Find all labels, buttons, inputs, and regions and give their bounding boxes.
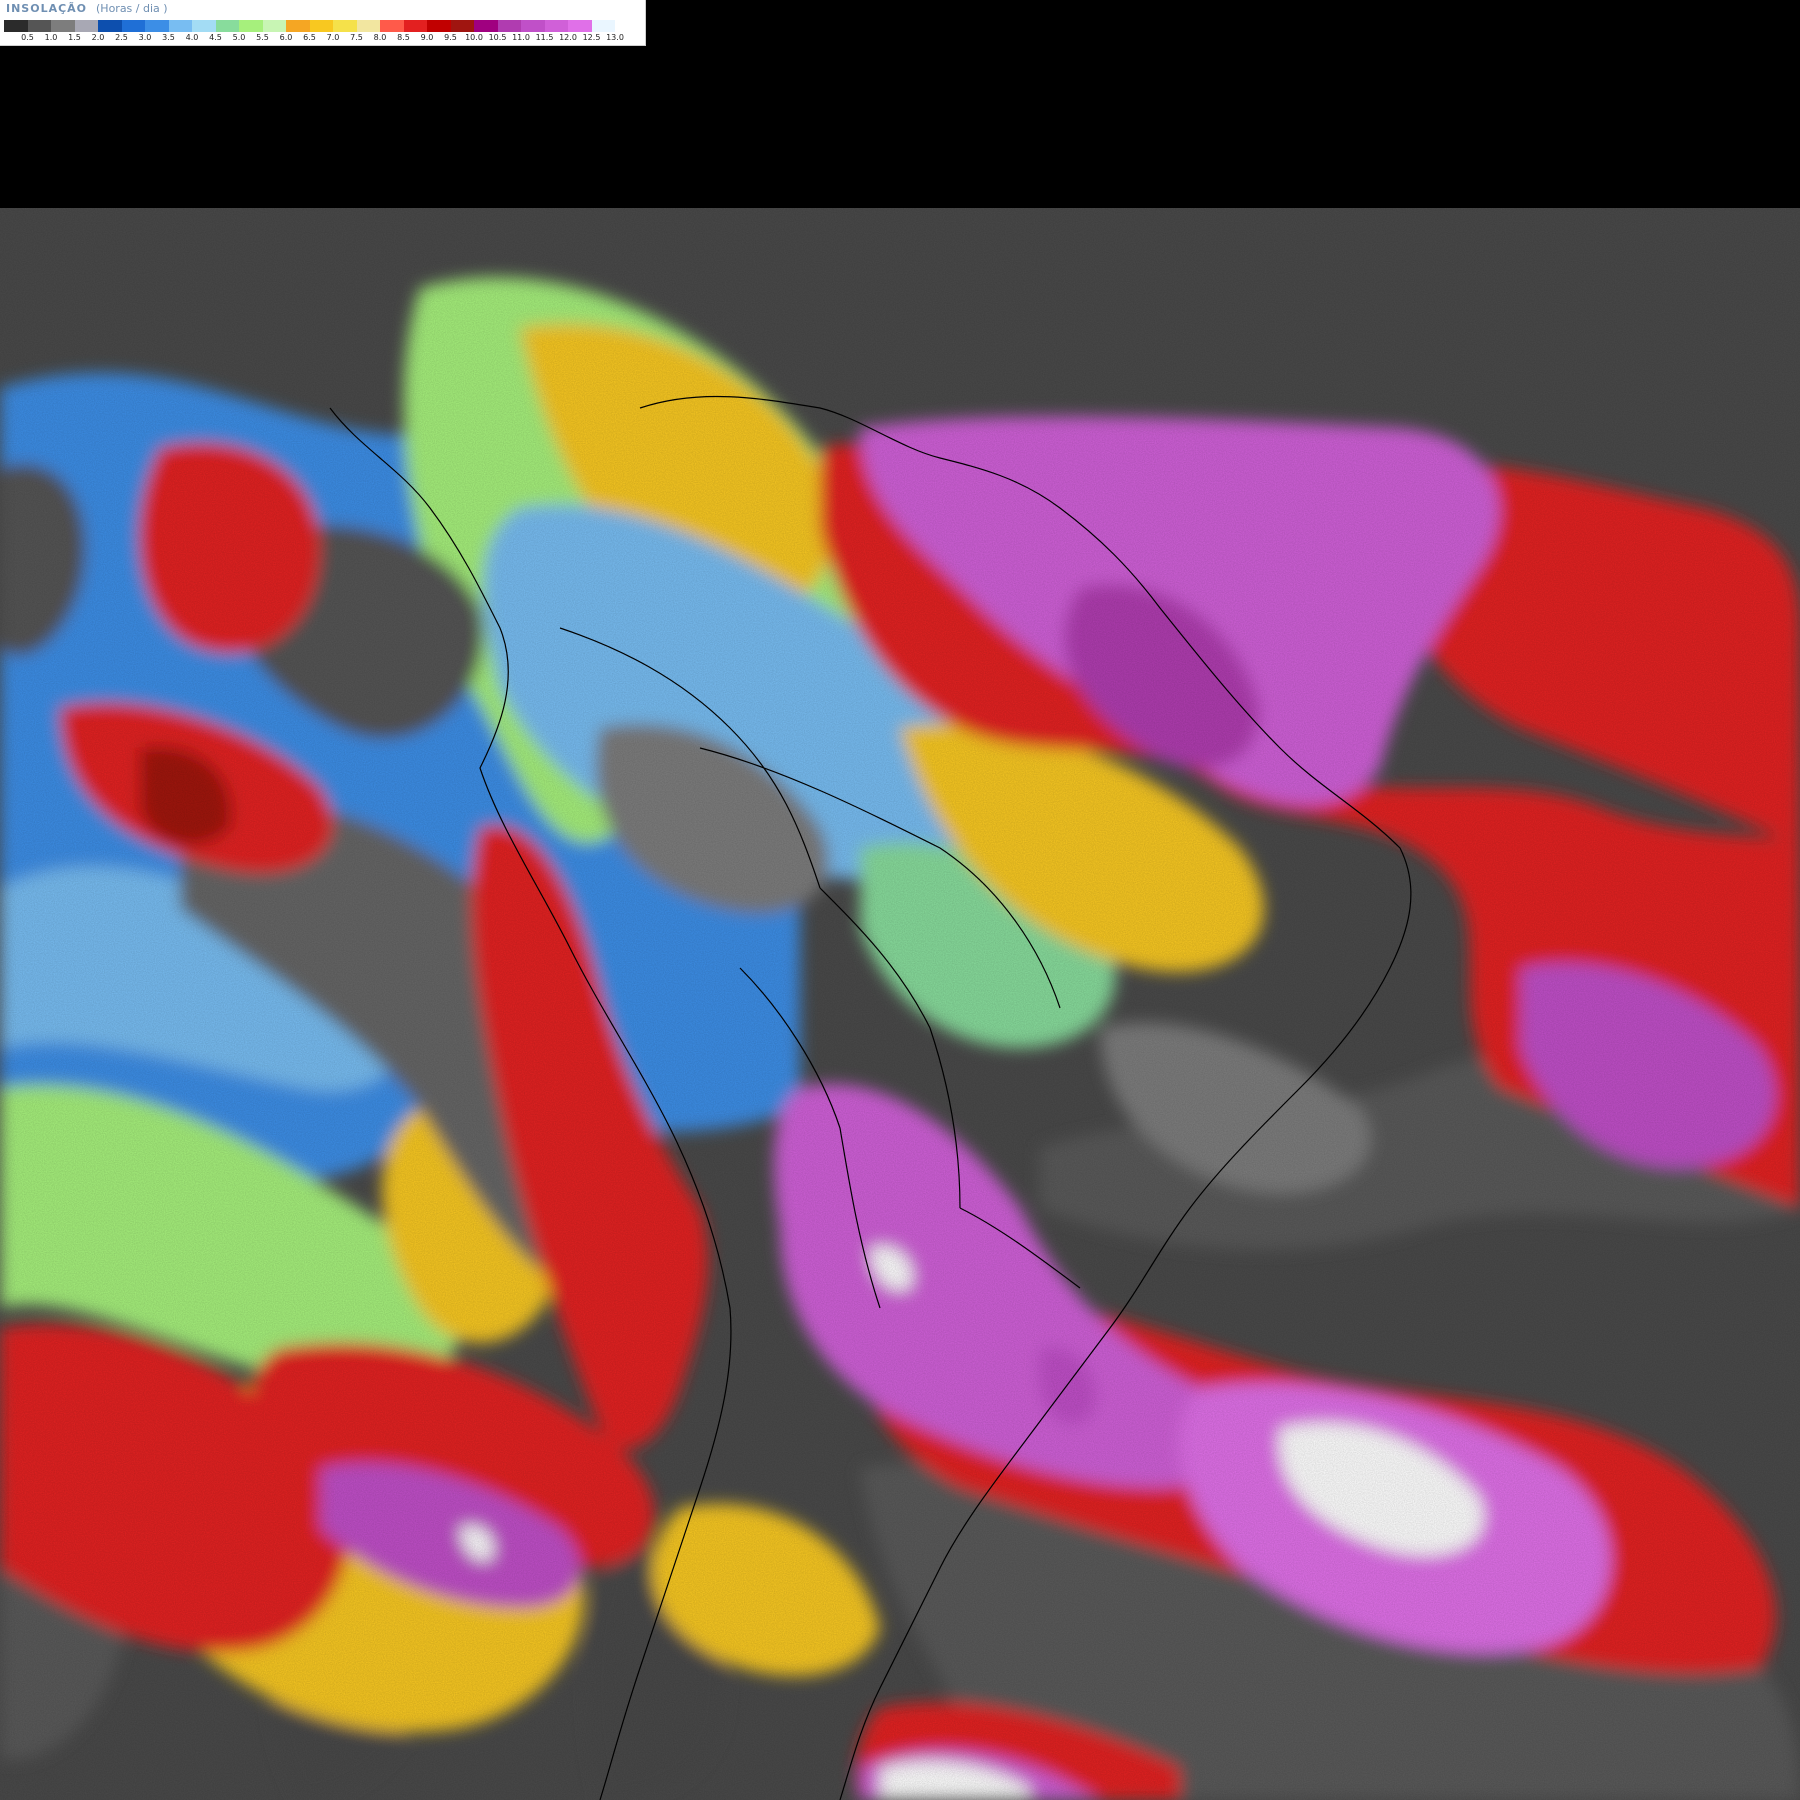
legend-tick-label: 12.5 <box>582 33 601 42</box>
legend-tick-label: 11.0 <box>512 33 530 42</box>
legend-tick-label: 12.0 <box>559 33 577 42</box>
legend-tick-labels: 0.5 1.0 1.5 2.0 2.5 3.0 3.5 4.0 4.5 5.0 5.5 6.0 6.5 7… <box>4 33 644 45</box>
legend-color-bar <box>4 20 639 32</box>
legend-swatch-12 <box>286 20 310 32</box>
legend-tick-label: 7.5 <box>350 33 363 42</box>
pixel-noise-texture <box>0 208 1800 1800</box>
legend-swatch-2 <box>51 20 75 32</box>
legend-swatch-13 <box>309 20 333 32</box>
satellite-insolation-map <box>0 208 1800 1800</box>
legend-tick-label: 9.0 <box>420 33 434 42</box>
legend-swatch-18 <box>427 20 451 32</box>
legend-tick-label: 8.5 <box>397 33 410 42</box>
legend-tick-label: 1.0 <box>44 33 58 42</box>
legend-tick-label: 6.0 <box>279 33 293 42</box>
legend-swatch-20 <box>474 20 498 32</box>
legend-swatch-1 <box>27 20 51 32</box>
legend-swatch-22 <box>521 20 545 32</box>
legend-tick-label: 3.5 <box>162 33 175 42</box>
legend-tick-label: 13.0 <box>606 33 624 42</box>
legend-swatch-7 <box>168 20 192 32</box>
legend-swatch-19 <box>450 20 474 32</box>
legend-tick-label: 10.5 <box>488 33 507 42</box>
legend-swatch-25 <box>591 20 615 32</box>
legend-tick-label: 7.0 <box>326 33 340 42</box>
legend-swatch-9 <box>215 20 239 32</box>
legend-swatch-4 <box>98 20 122 32</box>
legend-tick-label: 10.0 <box>465 33 483 42</box>
legend-tick-label: 1.5 <box>68 33 81 42</box>
legend-units: (Horas / dia ) <box>96 2 168 15</box>
legend-tick-label: 6.5 <box>303 33 316 42</box>
legend-tick-label: 2.0 <box>91 33 105 42</box>
legend-swatch-0 <box>4 20 28 32</box>
legend-swatch-3 <box>74 20 98 32</box>
legend-swatch-21 <box>497 20 521 32</box>
legend-swatch-14 <box>333 20 357 32</box>
legend-tick-label: 2.5 <box>115 33 128 42</box>
legend-swatch-11 <box>262 20 286 32</box>
legend-tick-label: 4.5 <box>209 33 222 42</box>
legend-title: INSOLAÇÃO <box>6 2 88 15</box>
legend-swatch-23 <box>544 20 568 32</box>
legend-tick-label: 5.0 <box>232 33 246 42</box>
legend-tick-label: 5.5 <box>256 33 269 42</box>
legend-tick-label: 3.0 <box>138 33 152 42</box>
legend-swatch-26 <box>615 20 639 32</box>
legend-swatch-15 <box>356 20 380 32</box>
legend-swatch-6 <box>145 20 169 32</box>
legend-swatch-16 <box>380 20 404 32</box>
legend-tick-label: 0.5 <box>21 33 34 42</box>
legend-swatch-24 <box>568 20 592 32</box>
legend-swatch-5 <box>121 20 145 32</box>
legend-swatch-17 <box>403 20 427 32</box>
legend-swatch-10 <box>239 20 263 32</box>
legend-tick-label: 4.0 <box>185 33 199 42</box>
insolation-legend: INSOLAÇÃO (Horas / dia ) 0.5 1.0 1.5 2.0 2.5… <box>0 0 646 46</box>
legend-tick-label: 8.0 <box>373 33 387 42</box>
legend-tick-label: 11.5 <box>535 33 554 42</box>
legend-tick-label: 9.5 <box>444 33 457 42</box>
legend-swatch-8 <box>192 20 216 32</box>
